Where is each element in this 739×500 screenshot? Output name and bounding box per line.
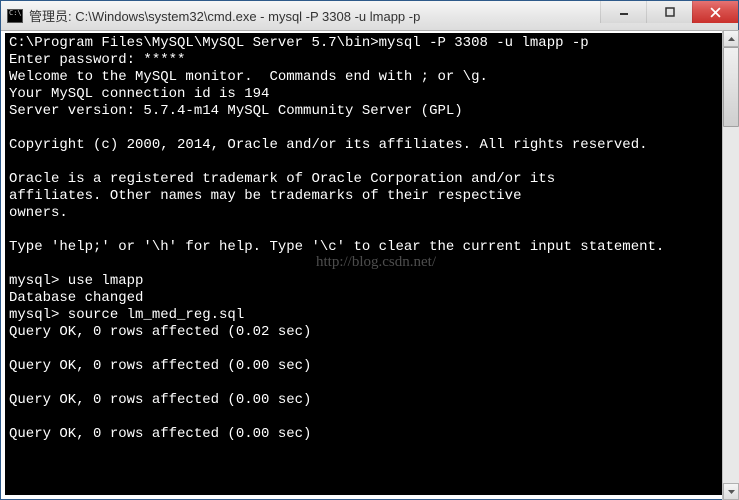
scroll-down-button[interactable] (723, 483, 739, 500)
scroll-track[interactable] (723, 47, 739, 483)
terminal-line: affiliates. Other names may be trademark… (9, 188, 730, 205)
terminal-line: Type 'help;' or '\h' for help. Type '\c'… (9, 239, 730, 256)
window-title: 管理员: C:\Windows\system32\cmd.exe - mysql… (29, 6, 600, 25)
terminal-line: Query OK, 0 rows affected (0.00 sec) (9, 358, 730, 375)
terminal-line (9, 222, 730, 239)
close-icon (710, 7, 721, 18)
minimize-icon (619, 7, 629, 17)
terminal-line (9, 256, 730, 273)
chevron-up-icon (728, 37, 735, 41)
minimize-button[interactable] (600, 1, 646, 23)
terminal-line: Copyright (c) 2000, 2014, Oracle and/or … (9, 137, 730, 154)
vertical-scrollbar[interactable] (722, 30, 739, 500)
terminal-line: Welcome to the MySQL monitor. Commands e… (9, 69, 730, 86)
terminal-line: Database changed (9, 290, 730, 307)
titlebar[interactable]: 管理员: C:\Windows\system32\cmd.exe - mysql… (1, 1, 738, 31)
terminal-line: Your MySQL connection id is 194 (9, 86, 730, 103)
cmd-window: 管理员: C:\Windows\system32\cmd.exe - mysql… (0, 0, 739, 500)
terminal-line: Enter password: ***** (9, 52, 730, 69)
chevron-down-icon (728, 490, 735, 494)
scroll-thumb[interactable] (723, 47, 739, 127)
terminal-line: Server version: 5.7.4-m14 MySQL Communit… (9, 103, 730, 120)
terminal-output[interactable]: C:\Program Files\MySQL\MySQL Server 5.7\… (1, 31, 738, 499)
scroll-up-button[interactable] (723, 30, 739, 47)
terminal-line (9, 120, 730, 137)
terminal-line (9, 375, 730, 392)
terminal-line: Query OK, 0 rows affected (0.00 sec) (9, 392, 730, 409)
terminal-line (9, 154, 730, 171)
terminal-line: C:\Program Files\MySQL\MySQL Server 5.7\… (9, 35, 730, 52)
maximize-button[interactable] (646, 1, 692, 23)
terminal-line: owners. (9, 205, 730, 222)
maximize-icon (665, 7, 675, 17)
window-controls (600, 1, 738, 30)
close-button[interactable] (692, 1, 738, 23)
terminal-line: Oracle is a registered trademark of Orac… (9, 171, 730, 188)
terminal-line: Query OK, 0 rows affected (0.00 sec) (9, 426, 730, 443)
terminal-line: mysql> use lmapp (9, 273, 730, 290)
cmd-icon (7, 9, 23, 23)
terminal-line: mysql> source lm_med_reg.sql (9, 307, 730, 324)
terminal-line (9, 409, 730, 426)
terminal-line (9, 341, 730, 358)
terminal-line: Query OK, 0 rows affected (0.02 sec) (9, 324, 730, 341)
